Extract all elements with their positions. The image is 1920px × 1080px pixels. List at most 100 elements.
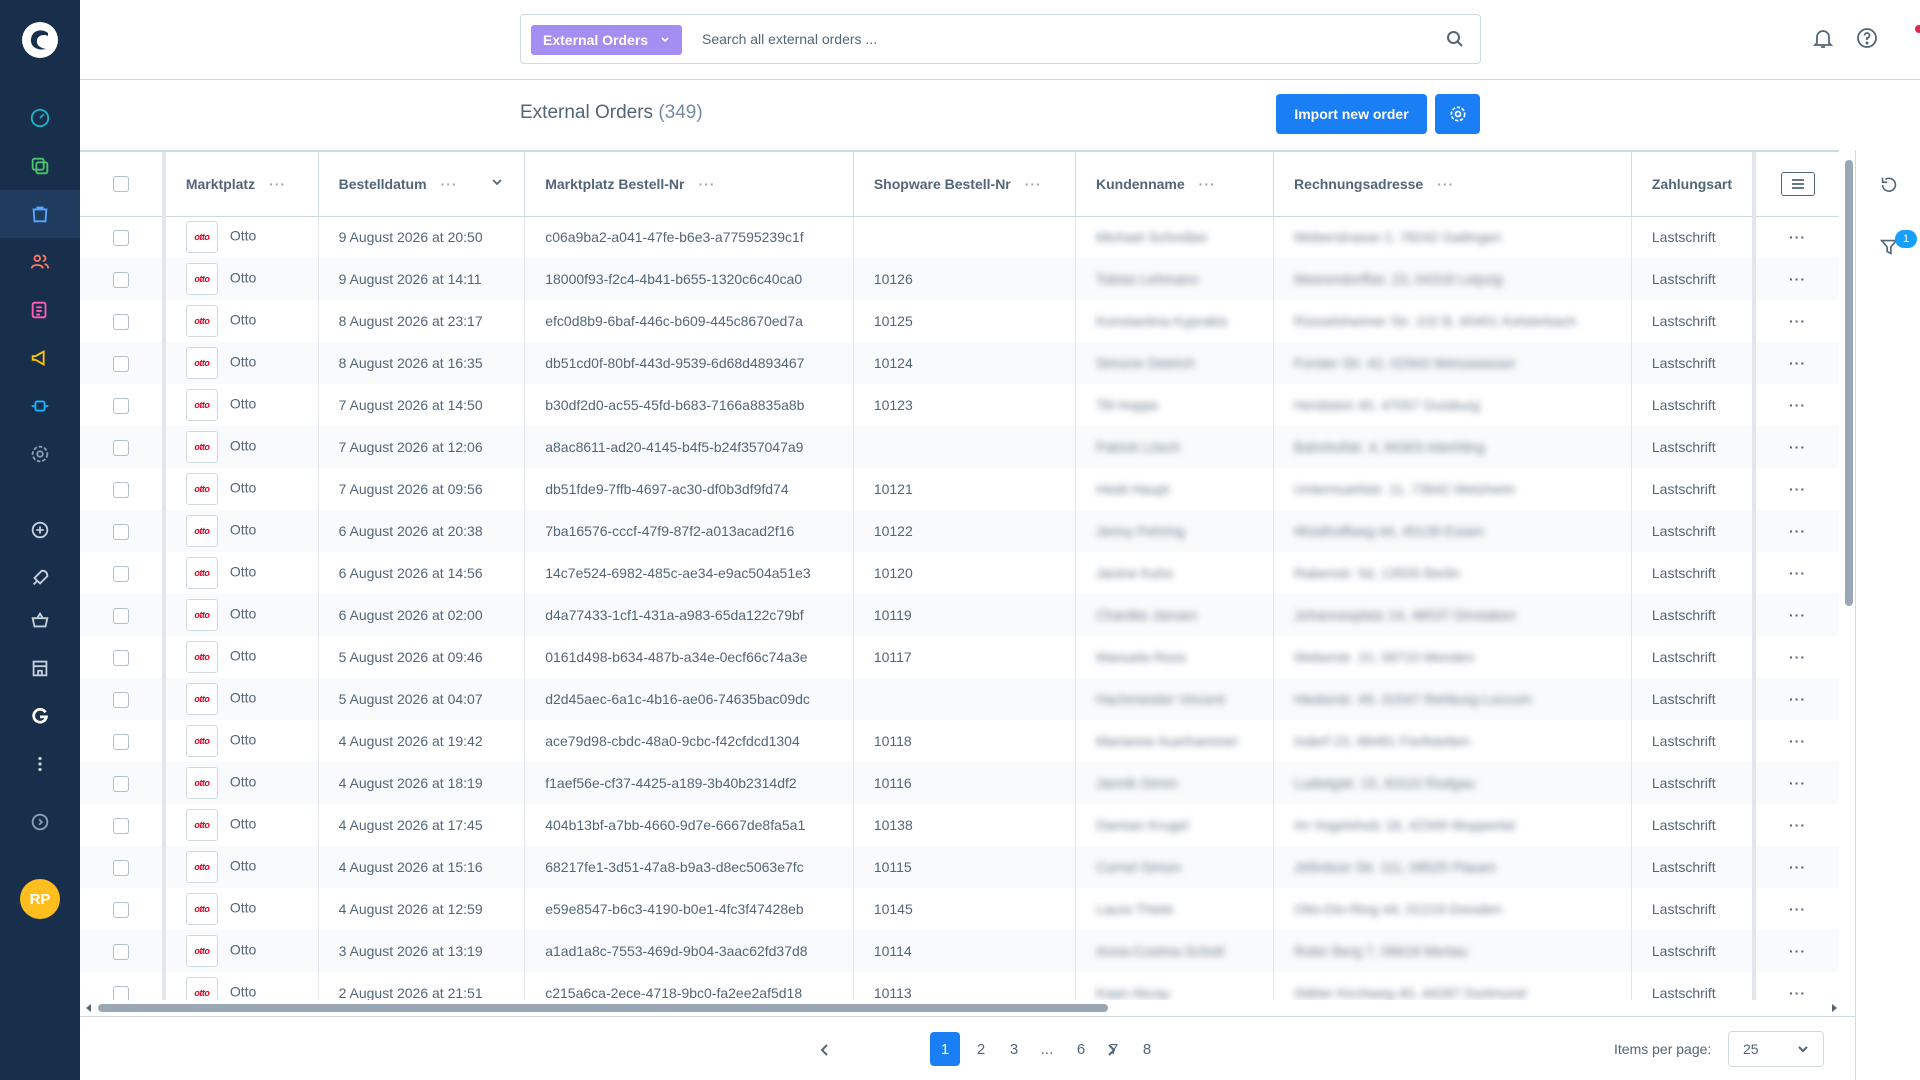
marketplace-order-number[interactable]: d2d45aec-6a1c-4b16-ae06-74635bac09dc bbox=[524, 678, 854, 720]
nav-basket[interactable] bbox=[0, 596, 80, 644]
table-row[interactable]: otto Otto 4 August 2026 at 12:59 e59e8547-b… bbox=[80, 888, 1839, 930]
search-type-selector[interactable]: External Orders bbox=[531, 25, 683, 55]
column-menu-icon[interactable]: ··· bbox=[269, 176, 286, 192]
scroll-left-icon[interactable] bbox=[84, 1003, 92, 1013]
row-actions-icon[interactable]: ··· bbox=[1789, 313, 1806, 329]
row-checkbox[interactable] bbox=[112, 733, 129, 750]
shopware-order-number[interactable]: 10123 bbox=[853, 384, 1076, 426]
nav-marketing[interactable] bbox=[0, 334, 80, 382]
row-checkbox[interactable] bbox=[112, 397, 129, 414]
horizontal-scrollbar[interactable] bbox=[80, 1000, 1839, 1016]
shopware-order-number[interactable]: 10115 bbox=[853, 846, 1076, 888]
shopware-logo-icon[interactable] bbox=[20, 20, 60, 60]
marketplace-order-number[interactable]: c06a9ba2-a041-47fe-b6e3-a77595239c1f bbox=[524, 216, 854, 258]
table-row[interactable]: otto Otto 3 August 2026 at 13:19 a1ad1a8c-7… bbox=[80, 930, 1839, 972]
row-actions-icon[interactable]: ··· bbox=[1789, 439, 1806, 455]
marketplace-order-number[interactable]: 18000f93-f2c4-4b41-b655-1320c6c40ca0 bbox=[524, 258, 854, 300]
row-actions-icon[interactable]: ··· bbox=[1789, 943, 1806, 959]
shopware-order-number[interactable]: 10120 bbox=[853, 552, 1076, 594]
marketplace-order-number[interactable]: 7ba16576-cccf-47f9-87f2-a013acad2f16 bbox=[524, 510, 854, 552]
shopware-order-number[interactable] bbox=[853, 216, 1076, 258]
page-button-1[interactable]: 1 bbox=[930, 1032, 960, 1066]
shopware-order-number[interactable]: 10138 bbox=[853, 804, 1076, 846]
table-row[interactable]: otto Otto 6 August 2026 at 20:38 7ba16576-c… bbox=[80, 510, 1839, 552]
row-actions-icon[interactable]: ··· bbox=[1789, 355, 1806, 371]
row-checkbox[interactable] bbox=[112, 481, 129, 498]
table-row[interactable]: otto Otto 5 August 2026 at 04:07 d2d45aec-6… bbox=[80, 678, 1839, 720]
row-checkbox[interactable] bbox=[112, 901, 129, 918]
marketplace-order-number[interactable]: 0161d498-b634-487b-a34e-0ecf66c74a3e bbox=[524, 636, 854, 678]
table-row[interactable]: otto Otto 8 August 2026 at 23:17 efc0d8b9-6… bbox=[80, 300, 1839, 342]
marketplace-order-number[interactable]: efc0d8b9-6baf-446c-b609-445c8670ed7a bbox=[524, 300, 854, 342]
column-settings-button[interactable] bbox=[1780, 171, 1815, 196]
shopware-order-number[interactable]: 10119 bbox=[853, 594, 1076, 636]
row-actions-icon[interactable]: ··· bbox=[1789, 859, 1806, 875]
table-row[interactable]: otto Otto 8 August 2026 at 16:35 db51cd0f-8… bbox=[80, 342, 1839, 384]
chevron-left-icon[interactable] bbox=[820, 1044, 830, 1056]
nav-dashboard[interactable] bbox=[0, 94, 80, 142]
table-row[interactable]: otto Otto 4 August 2026 at 17:45 404b13bf-a… bbox=[80, 804, 1839, 846]
row-checkbox[interactable] bbox=[112, 439, 129, 456]
row-checkbox[interactable] bbox=[112, 229, 129, 246]
column-menu-icon[interactable]: ··· bbox=[1025, 176, 1042, 192]
page-button-2[interactable]: 2 bbox=[966, 1032, 996, 1066]
shopware-order-number[interactable] bbox=[853, 678, 1076, 720]
column-header-marktplatz-bestell-nr[interactable]: Marktplatz Bestell-Nr ··· bbox=[524, 152, 854, 217]
help-icon[interactable] bbox=[1855, 26, 1879, 50]
select-all-checkbox[interactable] bbox=[112, 176, 129, 193]
row-actions-icon[interactable]: ··· bbox=[1789, 271, 1806, 287]
table-row[interactable]: otto Otto 9 August 2026 at 20:50 c06a9ba2-a… bbox=[80, 216, 1839, 258]
shopware-order-number[interactable] bbox=[853, 426, 1076, 468]
table-row[interactable]: otto Otto 4 August 2026 at 18:19 f1aef56e-c… bbox=[80, 762, 1839, 804]
column-header-zahlungsart[interactable]: Zahlungsart bbox=[1631, 152, 1755, 217]
shopware-order-number[interactable]: 10116 bbox=[853, 762, 1076, 804]
row-checkbox[interactable] bbox=[112, 691, 129, 708]
nav-content[interactable] bbox=[0, 286, 80, 334]
marketplace-order-number[interactable]: f1aef56e-cf37-4425-a189-3b40b2314df2 bbox=[524, 762, 854, 804]
column-menu-icon[interactable]: ··· bbox=[441, 176, 458, 192]
page-button-3[interactable]: 3 bbox=[999, 1032, 1029, 1066]
sort-descending-icon[interactable] bbox=[490, 175, 504, 189]
refresh-icon[interactable] bbox=[1878, 174, 1900, 196]
shopware-order-number[interactable]: 10117 bbox=[853, 636, 1076, 678]
row-actions-icon[interactable]: ··· bbox=[1789, 607, 1806, 623]
row-checkbox[interactable] bbox=[112, 523, 129, 540]
column-menu-icon[interactable]: ··· bbox=[699, 176, 716, 192]
marketplace-order-number[interactable]: db51cd0f-80bf-443d-9539-6d68d4893467 bbox=[524, 342, 854, 384]
vertical-scrollbar[interactable] bbox=[1843, 152, 1855, 1002]
shopware-order-number[interactable]: 10145 bbox=[853, 888, 1076, 930]
row-checkbox[interactable] bbox=[112, 355, 129, 372]
shopware-order-number[interactable]: 10125 bbox=[853, 300, 1076, 342]
row-checkbox[interactable] bbox=[112, 271, 129, 288]
nav-rocket[interactable] bbox=[0, 554, 80, 602]
scroll-right-icon[interactable] bbox=[1831, 1003, 1839, 1013]
marketplace-order-number[interactable]: db51fde9-7ffb-4697-ac30-df0b3df9fd74 bbox=[524, 468, 854, 510]
table-row[interactable]: otto Otto 4 August 2026 at 15:16 68217fe1-3… bbox=[80, 846, 1839, 888]
marketplace-order-number[interactable]: a8ac8611-ad20-4145-b4f5-b24f357047a9 bbox=[524, 426, 854, 468]
user-avatar[interactable]: RP bbox=[20, 879, 60, 919]
row-actions-icon[interactable]: ··· bbox=[1789, 565, 1806, 581]
shopware-order-number[interactable]: 10118 bbox=[853, 720, 1076, 762]
shopware-order-number[interactable]: 10121 bbox=[853, 468, 1076, 510]
page-button-6[interactable]: 6 bbox=[1066, 1032, 1096, 1066]
settings-button[interactable] bbox=[1435, 94, 1480, 134]
column-menu-icon[interactable]: ··· bbox=[1437, 176, 1454, 192]
row-actions-icon[interactable]: ··· bbox=[1789, 397, 1806, 413]
search-icon[interactable] bbox=[1446, 30, 1464, 48]
shopware-order-number[interactable]: 10126 bbox=[853, 258, 1076, 300]
row-actions-icon[interactable]: ··· bbox=[1789, 229, 1806, 245]
marketplace-order-number[interactable]: b30df2d0-ac55-45fd-b683-7166a8835a8b bbox=[524, 384, 854, 426]
row-actions-icon[interactable]: ··· bbox=[1789, 733, 1806, 749]
nav-storefront[interactable] bbox=[0, 644, 80, 692]
nav-settings[interactable] bbox=[0, 430, 80, 478]
table-row[interactable]: otto Otto 7 August 2026 at 14:50 b30df2d0-a… bbox=[80, 384, 1839, 426]
row-actions-icon[interactable]: ··· bbox=[1789, 481, 1806, 497]
row-actions-icon[interactable]: ··· bbox=[1789, 523, 1806, 539]
shopware-order-number[interactable]: 10122 bbox=[853, 510, 1076, 552]
row-checkbox[interactable] bbox=[112, 859, 129, 876]
column-menu-icon[interactable]: ··· bbox=[1199, 176, 1216, 192]
row-actions-icon[interactable]: ··· bbox=[1789, 691, 1806, 707]
row-actions-icon[interactable]: ··· bbox=[1789, 775, 1806, 791]
table-row[interactable]: otto Otto 6 August 2026 at 14:56 14c7e524-6… bbox=[80, 552, 1839, 594]
marketplace-order-number[interactable]: e59e8547-b6c3-4190-b0e1-4fc3f47428eb bbox=[524, 888, 854, 930]
